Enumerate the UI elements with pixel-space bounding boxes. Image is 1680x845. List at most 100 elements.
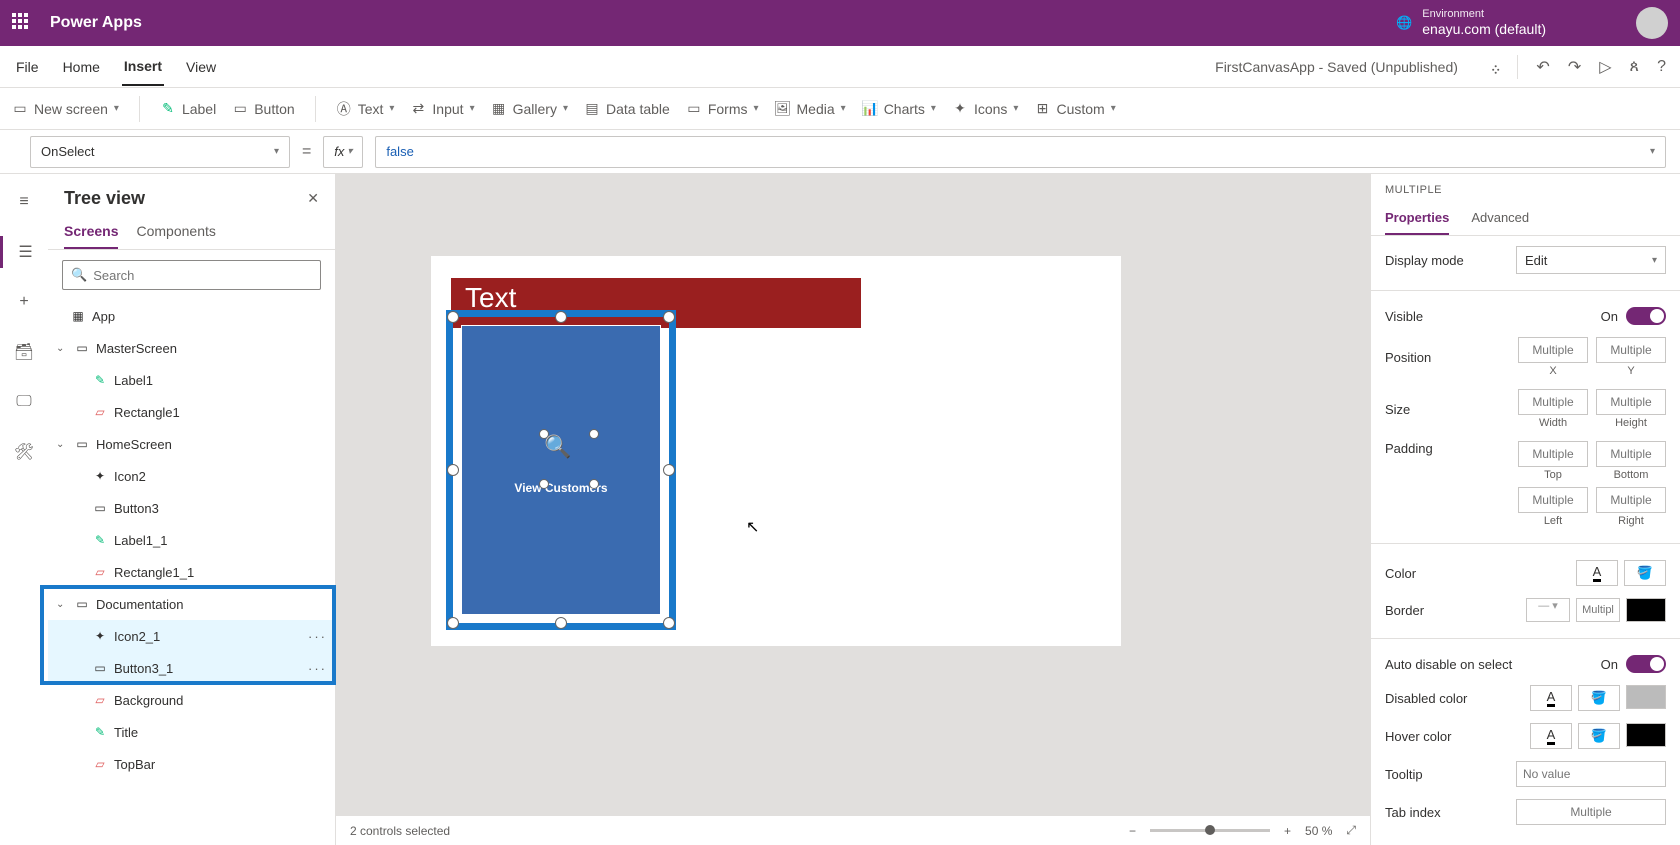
- fill-color-button[interactable]: 🪣: [1624, 560, 1666, 586]
- hover-font-color[interactable]: A: [1530, 723, 1572, 749]
- share-icon[interactable]: ጰ: [1630, 58, 1640, 76]
- tree-item-button3-1[interactable]: ▭Button3_1···: [48, 652, 335, 684]
- ribbon-button[interactable]: ▭Button: [232, 101, 294, 117]
- position-y-input[interactable]: [1596, 337, 1666, 363]
- border-style-select[interactable]: — ▾: [1526, 598, 1570, 622]
- rail-add-icon[interactable]: +: [0, 286, 48, 318]
- ribbon-label[interactable]: ✎Label: [160, 101, 216, 117]
- user-avatar[interactable]: [1636, 7, 1668, 39]
- size-width-input[interactable]: [1518, 389, 1588, 415]
- property-selector[interactable]: OnSelect▾: [30, 136, 290, 168]
- border-color-swatch[interactable]: [1626, 598, 1666, 622]
- chevron-down-icon[interactable]: ⌄: [56, 343, 68, 354]
- ribbon-icons[interactable]: ✦Icons▾: [952, 101, 1019, 117]
- ribbon-text[interactable]: ⒶText▾: [336, 101, 395, 117]
- formula-input[interactable]: false▾: [375, 136, 1666, 168]
- menu-insert[interactable]: Insert: [122, 48, 164, 86]
- tree-item-label1[interactable]: ✎Label1: [48, 364, 335, 396]
- tree-item-homescreen[interactable]: ⌄▭HomeScreen: [48, 428, 335, 460]
- close-icon[interactable]: ✕: [307, 190, 319, 207]
- border-width-input[interactable]: [1576, 598, 1620, 622]
- disabled-border-swatch[interactable]: [1626, 685, 1666, 709]
- disabled-fill-color[interactable]: 🪣: [1578, 685, 1620, 711]
- design-canvas[interactable]: Text 🔍 View Customers: [431, 256, 1121, 646]
- more-icon[interactable]: ···: [308, 629, 327, 644]
- ribbon-gallery[interactable]: ▦Gallery▾: [491, 101, 568, 117]
- menu-home[interactable]: Home: [61, 49, 102, 85]
- tab-screens[interactable]: Screens: [64, 215, 118, 249]
- rail-media-icon[interactable]: 🖵: [0, 386, 48, 418]
- undo-icon[interactable]: ↶: [1536, 57, 1549, 77]
- tabindex-input[interactable]: [1516, 799, 1666, 825]
- font-color-button[interactable]: A: [1576, 560, 1618, 586]
- label-position: Position: [1385, 350, 1431, 365]
- redo-icon[interactable]: ↷: [1568, 57, 1581, 77]
- padding-bottom-input[interactable]: [1596, 441, 1666, 467]
- screen-icon: ▭: [74, 596, 90, 612]
- ribbon-charts[interactable]: 📊Charts▾: [862, 101, 936, 117]
- help-icon[interactable]: ?: [1657, 58, 1666, 76]
- size-height-input[interactable]: [1596, 389, 1666, 415]
- tree-item-icon2-1[interactable]: ✦Icon2_1···: [48, 620, 335, 652]
- icon-selection[interactable]: 🔍: [544, 434, 594, 484]
- hover-fill-color[interactable]: 🪣: [1578, 723, 1620, 749]
- displaymode-select[interactable]: Edit▾: [1516, 246, 1666, 274]
- tab-advanced[interactable]: Advanced: [1471, 210, 1529, 235]
- environment-selector[interactable]: 🌐 Environment enayu.com (default): [1396, 8, 1546, 38]
- tooltip-input[interactable]: [1516, 761, 1666, 787]
- tree-item-app[interactable]: ▦App: [48, 300, 335, 332]
- rectangle-icon: ▱: [92, 564, 108, 580]
- tree-item-rectangle1[interactable]: ▱Rectangle1: [48, 396, 335, 428]
- chevron-down-icon[interactable]: ⌄: [56, 599, 68, 610]
- waffle-icon[interactable]: [12, 13, 32, 33]
- ribbon-datatable[interactable]: ▤Data table: [584, 101, 670, 117]
- tree-search[interactable]: 🔍: [62, 260, 321, 290]
- rail-tree-icon[interactable]: ☰: [0, 236, 48, 268]
- tree-item-documentation[interactable]: ⌄▭Documentation: [48, 588, 335, 620]
- tree-item-topbar[interactable]: ▱TopBar: [48, 748, 335, 780]
- padding-left-input[interactable]: [1518, 487, 1588, 513]
- app-title: Power Apps: [50, 14, 142, 32]
- ribbon-new-screen[interactable]: ▭New screen▾: [12, 101, 119, 117]
- ribbon-media[interactable]: 🖼Media▾: [775, 101, 846, 117]
- rail-data-icon[interactable]: 🗃: [0, 336, 48, 368]
- padding-right-input[interactable]: [1596, 487, 1666, 513]
- tree-item-background[interactable]: ▱Background: [48, 684, 335, 716]
- tree-item-button3[interactable]: ▭Button3: [48, 492, 335, 524]
- fx-button[interactable]: fx▾: [323, 136, 363, 168]
- screen-icon: ▭: [74, 436, 90, 452]
- disabled-font-color[interactable]: A: [1530, 685, 1572, 711]
- label-icon: ✎: [92, 372, 108, 388]
- play-icon[interactable]: ▷: [1599, 57, 1611, 77]
- visible-toggle[interactable]: [1626, 307, 1666, 325]
- fit-icon[interactable]: ⤢: [1346, 823, 1356, 838]
- padding-top-input[interactable]: [1518, 441, 1588, 467]
- chevron-down-icon[interactable]: ⌄: [56, 439, 68, 450]
- zoom-slider[interactable]: [1150, 829, 1270, 832]
- hover-border-swatch[interactable]: [1626, 723, 1666, 747]
- tree-item-icon2[interactable]: ✦Icon2: [48, 460, 335, 492]
- cursor-icon: ↖: [746, 517, 759, 537]
- tree-item-label1-1[interactable]: ✎Label1_1: [48, 524, 335, 556]
- menu-view[interactable]: View: [184, 49, 218, 85]
- position-x-input[interactable]: [1518, 337, 1588, 363]
- more-icon[interactable]: ···: [308, 661, 327, 676]
- selection-box[interactable]: 🔍 View Customers: [446, 310, 676, 630]
- app-checker-icon[interactable]: ᠅: [1488, 53, 1500, 81]
- menu-file[interactable]: File: [14, 49, 41, 85]
- tree-search-input[interactable]: [93, 268, 312, 283]
- rail-tools-icon[interactable]: 🛠: [0, 436, 48, 468]
- rail-hamburger-icon[interactable]: ≡: [0, 186, 48, 218]
- tab-properties[interactable]: Properties: [1385, 210, 1449, 235]
- zoom-out-icon[interactable]: −: [1129, 824, 1136, 838]
- tab-components[interactable]: Components: [136, 215, 215, 249]
- ribbon-forms[interactable]: ▭Forms▾: [686, 101, 759, 117]
- autodisable-toggle[interactable]: [1626, 655, 1666, 673]
- tree-item-masterscreen[interactable]: ⌄▭MasterScreen: [48, 332, 335, 364]
- tree-item-title[interactable]: ✎Title: [48, 716, 335, 748]
- zoom-in-icon[interactable]: +: [1284, 824, 1291, 838]
- app-icon: ▦: [70, 308, 86, 324]
- ribbon-input[interactable]: ⇄Input▾: [410, 101, 474, 117]
- tree-item-rectangle1-1[interactable]: ▱Rectangle1_1: [48, 556, 335, 588]
- ribbon-custom[interactable]: ⊞Custom▾: [1034, 101, 1115, 117]
